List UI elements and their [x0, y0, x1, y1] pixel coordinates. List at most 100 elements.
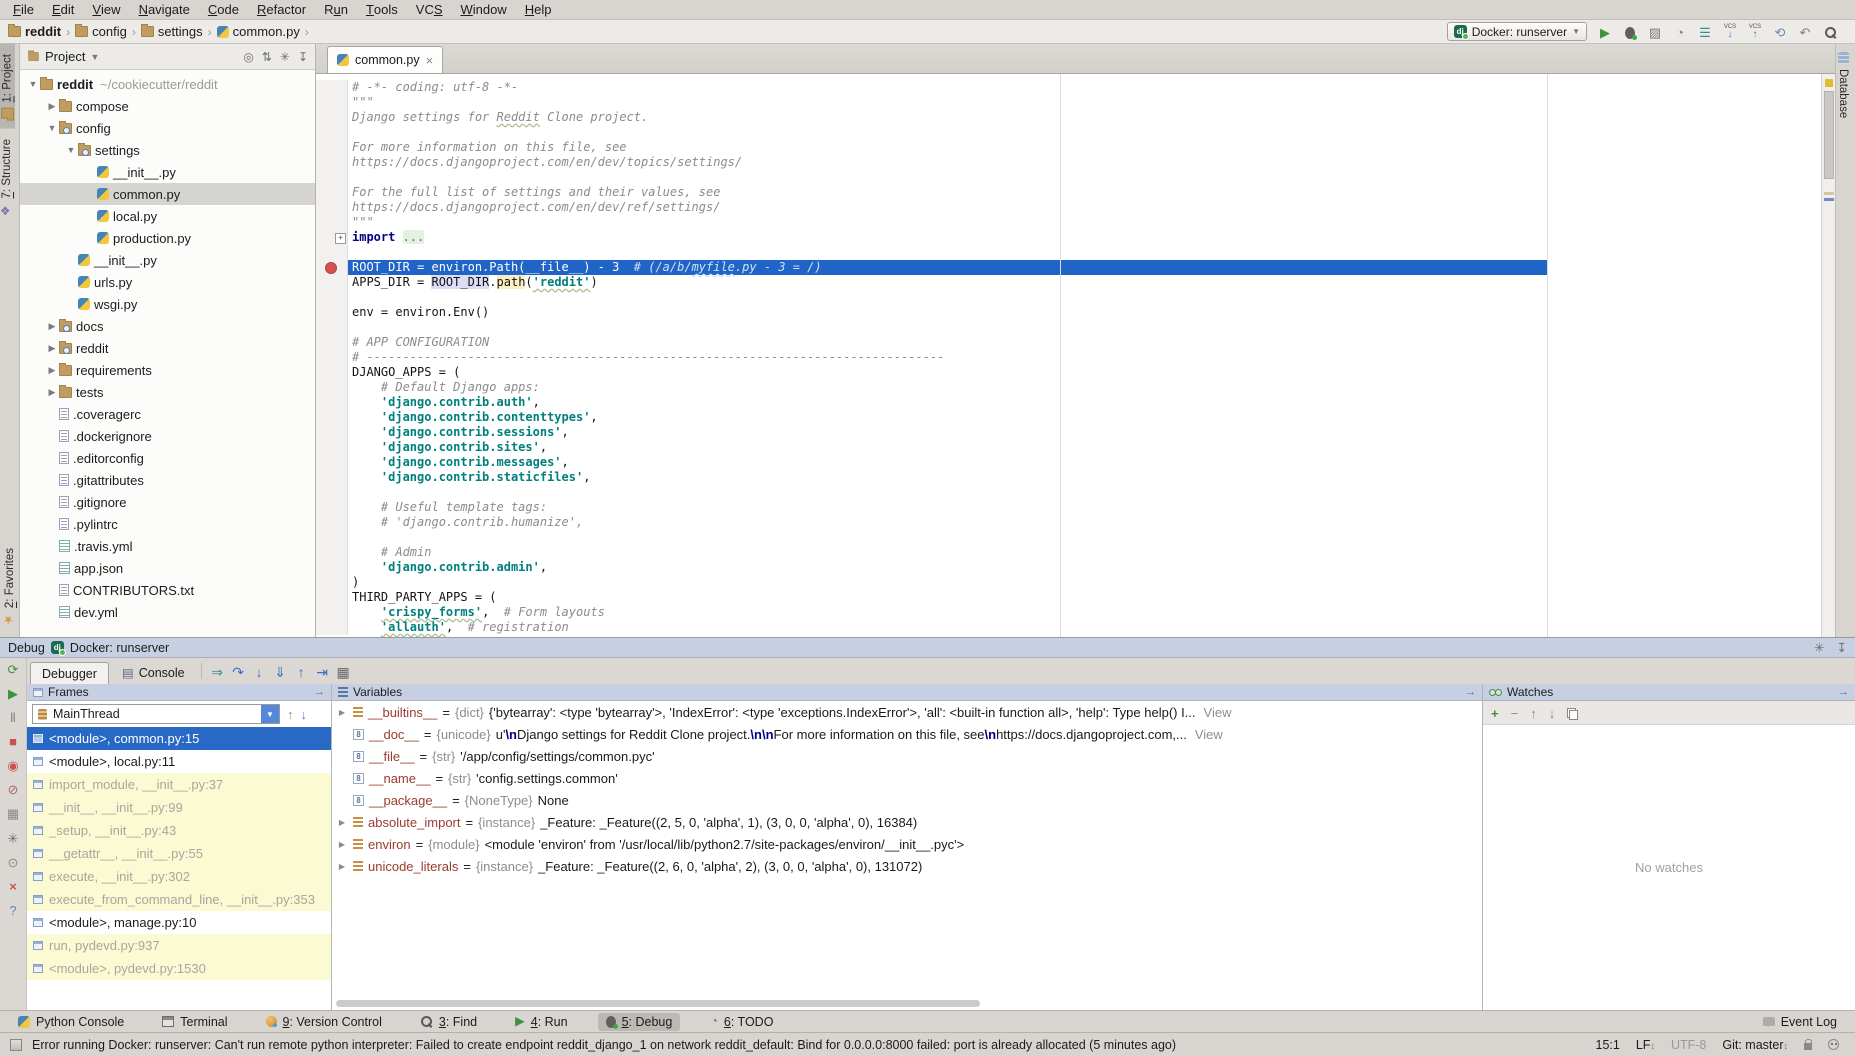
tree-item-requirements[interactable]: ▶requirements: [20, 359, 315, 381]
gutter[interactable]: [316, 410, 348, 425]
stripe-tab-2-favorites[interactable]: ★2: Favorites: [3, 538, 17, 637]
rerun-button[interactable]: ⟳: [4, 661, 22, 678]
gutter[interactable]: [316, 395, 348, 410]
scrollbar-thumb[interactable]: [1824, 91, 1834, 179]
expander-icon[interactable]: ▶: [336, 818, 348, 827]
variable-row[interactable]: __doc__ = {unicode} u'\nDjango settings …: [332, 723, 1482, 745]
frame-row[interactable]: import_module, __init__.py:37: [27, 773, 331, 796]
code-line[interactable]: [316, 320, 1835, 335]
locate-button[interactable]: ◎: [243, 50, 253, 64]
pause-button[interactable]: Ⅱ: [4, 709, 22, 726]
coverage-button[interactable]: ▨: [1646, 24, 1664, 39]
stop-button[interactable]: ■: [4, 733, 22, 750]
gutter[interactable]: [316, 530, 348, 545]
tree-item--coveragerc[interactable]: .coveragerc: [20, 403, 315, 425]
line-separator[interactable]: LF↕: [1636, 1038, 1655, 1052]
up-watch-button[interactable]: ↑: [1530, 705, 1537, 720]
breadcrumb-item-reddit[interactable]: reddit: [8, 24, 61, 39]
tree-toggle-icon[interactable]: ▶: [45, 387, 59, 398]
vcs-update-button[interactable]: [1721, 23, 1739, 40]
view-link[interactable]: View: [1204, 705, 1232, 720]
code-line[interactable]: # Default Django apps:: [316, 380, 1835, 395]
down-watch-button[interactable]: ↓: [1549, 705, 1556, 720]
menu-item-tools[interactable]: Tools: [357, 0, 407, 19]
menu-item-vcs[interactable]: VCS: [407, 0, 452, 19]
gutter[interactable]: [316, 485, 348, 500]
frame-row[interactable]: <module>, common.py:15: [27, 727, 331, 750]
thread-selector[interactable]: MainThread ▼: [32, 704, 280, 724]
code-line[interactable]: # -*- coding: utf-8 -*-: [316, 80, 1835, 95]
tree-item--gitignore[interactable]: .gitignore: [20, 491, 315, 513]
gutter[interactable]: [316, 575, 348, 590]
panel-options-icon[interactable]: →: [314, 686, 325, 698]
gutter[interactable]: [316, 515, 348, 530]
variable-row[interactable]: __package__ = {NoneType} None: [332, 789, 1482, 811]
stripe-tab-7-structure[interactable]: ❖7: Structure: [0, 129, 14, 227]
gutter[interactable]: [316, 305, 348, 320]
expander-icon[interactable]: ▶: [336, 862, 348, 871]
code-line[interactable]: https://docs.djangoproject.com/en/dev/to…: [316, 155, 1835, 170]
breakpoint-gutter[interactable]: [316, 260, 348, 275]
tree-item-contributors-txt[interactable]: CONTRIBUTORS.txt: [20, 579, 315, 601]
gutter[interactable]: [316, 80, 348, 95]
toolwindow-tab-5-debug[interactable]: 5: Debug: [598, 1013, 681, 1031]
gutter[interactable]: [316, 350, 348, 365]
gutter[interactable]: [316, 425, 348, 440]
view-link[interactable]: View: [1195, 727, 1223, 742]
gutter[interactable]: [316, 245, 348, 260]
code-line[interactable]: # Admin: [316, 545, 1835, 560]
debug-button[interactable]: [1621, 24, 1639, 39]
variable-row[interactable]: __name__ = {str} 'config.settings.common…: [332, 767, 1482, 789]
gutter[interactable]: [316, 170, 348, 185]
gutter[interactable]: [316, 95, 348, 110]
code-line[interactable]: ROOT_DIR = environ.Path(__file__) - 3 # …: [316, 260, 1835, 275]
horizontal-scrollbar[interactable]: [336, 1000, 980, 1007]
step-into-my-code-button[interactable]: ⇓: [270, 663, 291, 679]
code-line[interactable]: For more information on this file, see: [316, 140, 1835, 155]
expander-icon[interactable]: ▶: [336, 708, 348, 717]
profiler-button[interactable]: ◔: [1671, 24, 1689, 39]
toolwindow-tab-terminal[interactable]: Terminal: [154, 1013, 235, 1031]
tree-item-urls-py[interactable]: urls.py: [20, 271, 315, 293]
gutter[interactable]: [316, 545, 348, 560]
gutter[interactable]: [316, 590, 348, 605]
code-area[interactable]: # -*- coding: utf-8 -*-"""Django setting…: [316, 74, 1835, 637]
next-frame-button[interactable]: ↓: [301, 707, 308, 722]
step-into-button[interactable]: ↓: [249, 663, 270, 679]
tree-item-compose[interactable]: ▶compose: [20, 95, 315, 117]
gutter[interactable]: [316, 605, 348, 620]
tree-item-config[interactable]: ▼config: [20, 117, 315, 139]
rollback-button[interactable]: ↶: [1796, 24, 1814, 39]
tree-item--editorconfig[interactable]: .editorconfig: [20, 447, 315, 469]
tree-toggle-icon[interactable]: ▼: [45, 123, 59, 133]
code-line[interactable]: 'django.contrib.messages',: [316, 455, 1835, 470]
editor-scrollbar[interactable]: [1821, 74, 1835, 637]
chevron-down-icon[interactable]: ▼: [90, 52, 99, 62]
remove-watch-button[interactable]: −: [1511, 705, 1519, 720]
code-line[interactable]: [316, 485, 1835, 500]
code-line[interactable]: [316, 170, 1835, 185]
run-to-cursor-button[interactable]: ⇥: [312, 663, 333, 679]
frame-row[interactable]: run, pydevd.py:937: [27, 934, 331, 957]
breadcrumb-item-common-py[interactable]: common.py: [217, 24, 300, 39]
lock-icon[interactable]: [1804, 1043, 1812, 1050]
gutter[interactable]: [316, 110, 348, 125]
git-branch[interactable]: Git: master↕: [1722, 1038, 1788, 1052]
menu-item-run[interactable]: Run: [315, 0, 357, 19]
code-line[interactable]: Django settings for Reddit Clone project…: [316, 110, 1835, 125]
editor-tab-common-py[interactable]: common.py ×: [327, 46, 443, 73]
gutter[interactable]: [316, 290, 348, 305]
menu-item-refactor[interactable]: Refactor: [248, 0, 315, 19]
code-line[interactable]: """: [316, 95, 1835, 110]
gutter[interactable]: [316, 215, 348, 230]
tree-item--gitattributes[interactable]: .gitattributes: [20, 469, 315, 491]
toolwindow-tab-3-find[interactable]: 3: Find: [412, 1013, 485, 1031]
code-line[interactable]: # APP CONFIGURATION: [316, 335, 1835, 350]
gutter[interactable]: [316, 335, 348, 350]
settings-button[interactable]: ✳: [1814, 641, 1824, 655]
code-line[interactable]: # 'django.contrib.humanize',: [316, 515, 1835, 530]
tree-item-docs[interactable]: ▶docs: [20, 315, 315, 337]
step-out-button[interactable]: ↑: [291, 663, 312, 679]
settings-button[interactable]: ✳: [280, 50, 290, 64]
gutter[interactable]: [316, 440, 348, 455]
